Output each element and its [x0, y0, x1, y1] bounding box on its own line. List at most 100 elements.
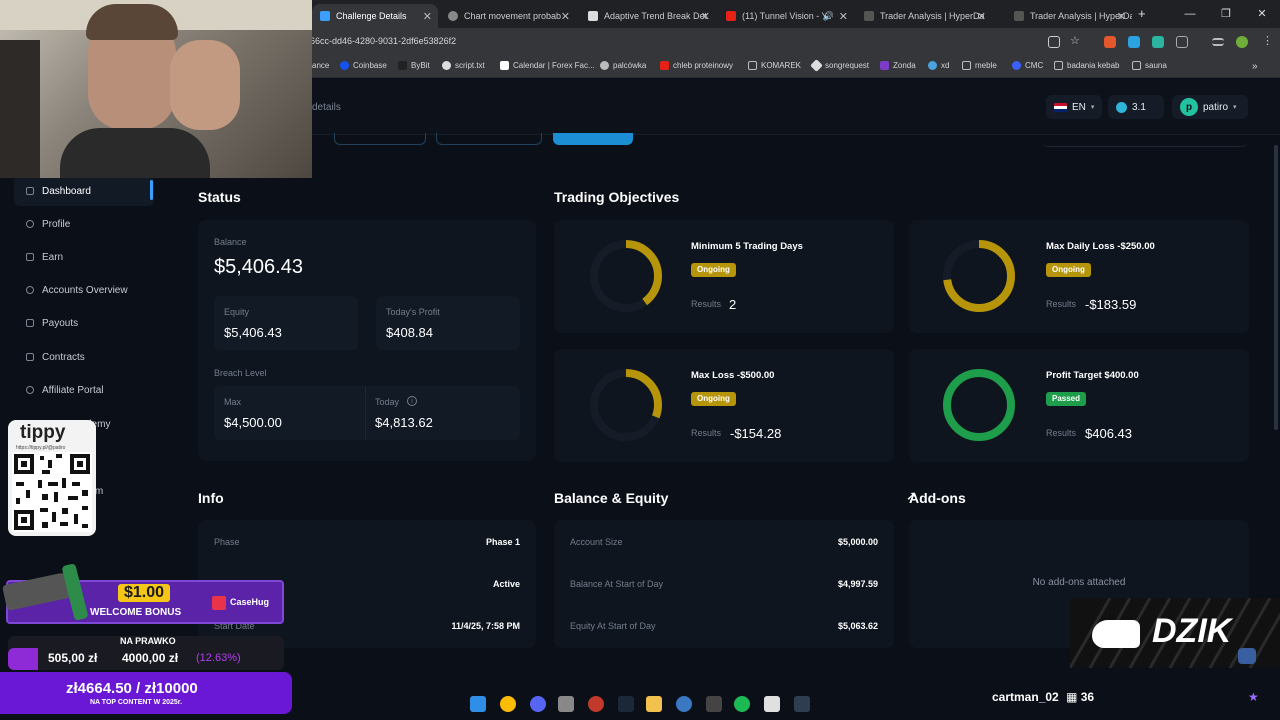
breach-level-label: Breach Level	[214, 368, 267, 378]
folder-icon	[1132, 61, 1141, 70]
bookmark-item[interactable]: sauna	[1132, 61, 1167, 70]
sidebar-item-contracts[interactable]: Contracts	[14, 342, 154, 372]
new-tab-button[interactable]: +	[1138, 6, 1146, 21]
bookmark-label: script.txt	[455, 61, 485, 70]
extension-fox-icon[interactable]	[1104, 36, 1116, 48]
reading-list-icon[interactable]	[1212, 38, 1224, 46]
tab-challenge-details[interactable]: Challenge Details ✕	[312, 4, 438, 28]
app-icon[interactable]	[558, 696, 574, 712]
tab-trader-analysis-1[interactable]: Trader Analysis | HyperDa ✕	[856, 4, 992, 28]
extensions-icon[interactable]	[1176, 36, 1188, 48]
bookmark-item[interactable]: KOMAREK	[748, 61, 801, 70]
bookmark-item[interactable]: CMC	[1012, 61, 1043, 70]
tab-tunnel-vision[interactable]: (11) Tunnel Vision - Y 🔊 ✕	[718, 4, 854, 28]
tab-title: Challenge Details	[336, 11, 407, 21]
bookmark-item[interactable]: Zonda	[880, 61, 916, 70]
bookmark-item[interactable]: meble	[962, 61, 997, 70]
obs-icon[interactable]	[794, 696, 810, 712]
goal-widget-prawko: NA PRAWKO 505,00 zł 4000,00 zł (12.63%)	[8, 636, 284, 670]
objective-card: Profit Target $400.00 Passed Results $40…	[909, 349, 1249, 462]
info-icon[interactable]: i	[407, 396, 417, 406]
tab-button-active[interactable]	[553, 133, 633, 145]
equity-box: Equity $5,406.43	[214, 296, 358, 350]
objective-card: Max Daily Loss -$250.00 Ongoing Results …	[909, 220, 1249, 333]
sidebar-item-profile[interactable]: Profile	[14, 209, 154, 239]
app-red-icon[interactable]	[588, 696, 604, 712]
status-badge: Ongoing	[1046, 263, 1091, 277]
bookmark-item[interactable]: palcówka	[600, 61, 646, 70]
chat-icon[interactable]	[1238, 648, 1256, 664]
close-icon[interactable]: ✕	[977, 10, 986, 23]
bookmark-label: sauna	[1145, 61, 1167, 70]
url-text[interactable]: 66cc-dd46-4280-9031-2df6e53826f2	[310, 36, 456, 46]
close-icon[interactable]: ✕	[561, 10, 570, 23]
chat-username: cartman_02	[992, 690, 1059, 704]
shirt-shape	[60, 128, 210, 178]
scrollbar[interactable]	[1274, 145, 1278, 430]
discord-icon[interactable]	[530, 696, 546, 712]
be-value: $5,000.00	[837, 537, 878, 547]
sidebar-item-earn[interactable]: Earn	[14, 242, 154, 272]
bookmark-label: Calendar | Forex Fac...	[513, 61, 595, 70]
star-icon[interactable]: ☆	[1070, 34, 1082, 47]
bookmark-label: meble	[975, 61, 997, 70]
tool-icon[interactable]	[706, 696, 722, 712]
sidebar-item-affiliate-portal[interactable]: Affiliate Portal	[14, 375, 154, 405]
bybit-icon	[398, 61, 407, 70]
info-value: 11/4/25, 7:58 PM	[451, 621, 520, 631]
sidebar-item-dashboard[interactable]: Dashboard	[14, 176, 154, 206]
goal-current: 505,00 zł	[48, 651, 98, 665]
windows-start-icon[interactable]	[470, 696, 486, 712]
user-menu[interactable]: p patiro ▾	[1172, 95, 1248, 119]
extension-blue-icon[interactable]	[1128, 36, 1140, 48]
results-label: Results	[691, 299, 722, 309]
coinbase-icon	[340, 61, 349, 70]
be-row: Balance At Start of Day $4,997.59	[570, 579, 878, 599]
steam-icon[interactable]	[618, 696, 634, 712]
results-label: Results	[691, 428, 722, 438]
profile-avatar-icon[interactable]	[1236, 36, 1248, 48]
menu-icon[interactable]: ⋮	[1262, 34, 1274, 47]
close-icon[interactable]: ✕	[701, 10, 710, 23]
tab-trader-analysis-2[interactable]: Trader Analysis | HyperDa ✕	[1006, 4, 1132, 28]
chrome-icon[interactable]	[500, 696, 516, 712]
close-window-icon[interactable]: ✕	[1244, 0, 1280, 28]
tab-chart-movement[interactable]: Chart movement probab ✕	[440, 4, 576, 28]
maximize-icon[interactable]: ❐	[1208, 0, 1244, 28]
notepad-icon[interactable]	[764, 696, 780, 712]
spotify-icon[interactable]	[734, 696, 750, 712]
tab-button[interactable]	[334, 133, 426, 145]
bookmark-item[interactable]: songrequest	[810, 59, 870, 72]
zonda-icon	[880, 61, 889, 70]
close-icon[interactable]: ✕	[839, 10, 848, 23]
tab-adaptive-trend[interactable]: Adaptive Trend Break Det ✕	[580, 4, 716, 28]
tab-button[interactable]	[436, 133, 542, 145]
breadcrumb[interactable]: details	[312, 102, 341, 113]
bookmark-item[interactable]: chleb proteinowy	[660, 61, 733, 70]
bookmark-label: songrequest	[825, 61, 870, 70]
points-badge[interactable]: 3.1	[1108, 95, 1164, 119]
close-icon[interactable]: ✕	[423, 10, 432, 23]
sidebar-item-payouts[interactable]: Payouts	[14, 308, 154, 338]
bonus-amount: $1.00	[118, 584, 171, 602]
language-selector[interactable]: EN ▾	[1046, 95, 1103, 119]
bookmark-item[interactable]: xd	[928, 61, 949, 70]
speaker-icon[interactable]: 🔊	[823, 11, 834, 22]
cast-icon[interactable]	[1048, 36, 1060, 48]
sidebar-item-accounts-overview[interactable]: Accounts Overview	[14, 275, 154, 305]
bookmark-item[interactable]: ByBit	[398, 61, 430, 70]
extension-teal-icon[interactable]	[1152, 36, 1164, 48]
bookmark-item[interactable]: ance	[312, 61, 329, 70]
github-icon	[442, 61, 451, 70]
bookmark-item[interactable]: Coinbase	[340, 61, 387, 70]
progress-ring	[590, 369, 662, 441]
ccleaner-icon[interactable]	[676, 696, 692, 712]
close-icon[interactable]: ✕	[1117, 10, 1126, 23]
more-bookmarks-button[interactable]: »	[1252, 61, 1258, 72]
folder-icon[interactable]	[646, 696, 662, 712]
minimize-icon[interactable]: —	[1172, 0, 1208, 28]
bar-icon	[864, 11, 874, 21]
bookmark-item[interactable]: Calendar | Forex Fac...	[500, 61, 595, 70]
bookmark-item[interactable]: badania kebab	[1054, 61, 1120, 70]
bookmark-item[interactable]: script.txt	[442, 61, 485, 70]
